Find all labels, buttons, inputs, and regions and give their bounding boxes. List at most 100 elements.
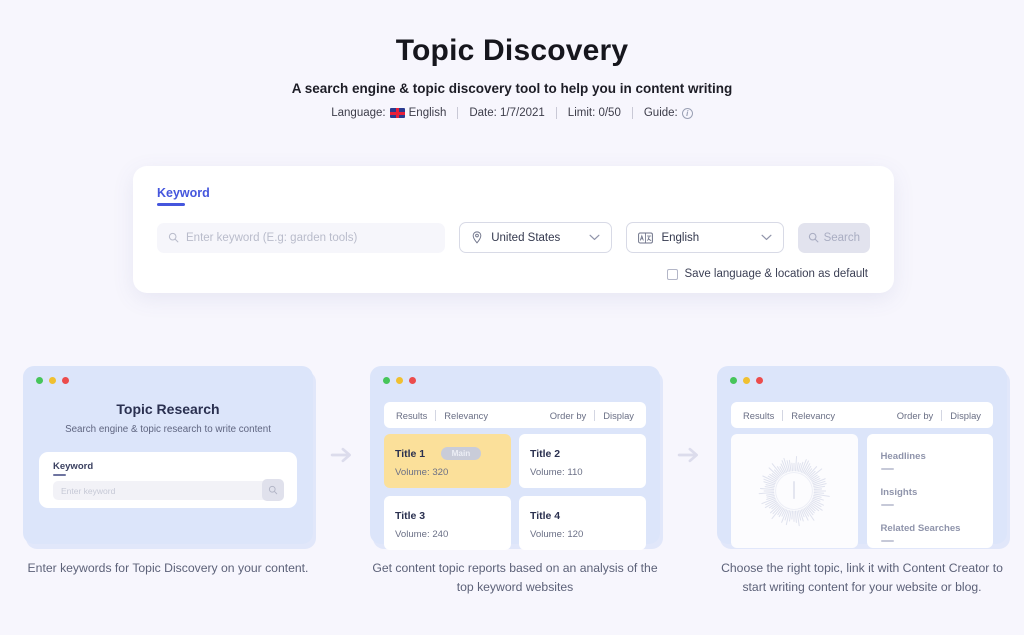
location-pin-icon xyxy=(472,231,482,244)
toolbar-relevancy: Relevancy xyxy=(444,409,489,421)
header-meta-row: Language: English Date: 1/7/2021 Limit: … xyxy=(0,107,1024,119)
list-item-label: Headlines xyxy=(880,451,926,462)
meta-guide-label: Guide: xyxy=(643,107,678,119)
list-item: Related Searches xyxy=(881,518,980,536)
step-3: Results Relevancy Order by Display Headl… xyxy=(717,366,1007,597)
toolbar-divider xyxy=(435,409,437,421)
step-1: Topic Research Search engine & topic res… xyxy=(23,366,313,578)
step-1-mockup: Topic Research Search engine & topic res… xyxy=(23,366,313,544)
page-title: Topic Discovery xyxy=(395,34,629,67)
result-tile-volume: Volume: 110 xyxy=(530,467,583,478)
country-select[interactable]: United States xyxy=(459,222,613,253)
step-3-mockup: Results Relevancy Order by Display Headl… xyxy=(717,366,1007,548)
result-tile-title: Title 4 xyxy=(530,510,561,522)
page-subtitle: A search engine & topic discovery tool t… xyxy=(291,81,733,96)
language-select[interactable]: English xyxy=(626,222,784,253)
save-default-row[interactable]: Save language & location as default xyxy=(157,268,870,280)
result-tile: Title 2 Volume: 110 xyxy=(519,434,646,488)
keyword-input[interactable]: Enter keyword (E.g: garden tools) xyxy=(157,222,446,253)
toolbar-display: Display xyxy=(603,409,634,421)
result-tile-title: Title 3 xyxy=(395,510,426,522)
list-item: Insights xyxy=(881,482,980,500)
result-tile-title: Title 1 xyxy=(395,448,426,460)
radial-sunburst-chart xyxy=(758,455,831,527)
step-2: Results Relevancy Order by Display Title… xyxy=(370,366,660,597)
search-controls-row: Enter keyword (E.g: garden tools) United… xyxy=(157,222,870,253)
save-default-checkbox[interactable] xyxy=(666,268,678,280)
meta-guide[interactable]: Guide: i xyxy=(633,107,704,119)
search-button-label: Search xyxy=(823,231,860,244)
window-dot-green xyxy=(36,377,43,384)
step-3-chart-panel xyxy=(731,434,858,548)
info-circle-icon[interactable]: i xyxy=(681,107,693,119)
window-dots xyxy=(730,377,763,384)
window-dots xyxy=(36,377,69,384)
page-header: Topic Discovery A search engine & topic … xyxy=(0,0,1024,119)
toolbar-order-by: Order by xyxy=(896,409,934,421)
step-1-caption: Enter keywords for Topic Discovery on yo… xyxy=(27,561,309,575)
meta-language-label: Language: xyxy=(331,107,386,119)
window-dot-yellow xyxy=(396,377,403,384)
step-1-keyword-label: Keyword xyxy=(53,461,94,476)
toolbar-relevancy: Relevancy xyxy=(791,409,836,421)
result-tile: Title 3 Volume: 240 xyxy=(384,496,511,550)
window-dot-red xyxy=(409,377,416,384)
arrow-1-wrap xyxy=(313,366,370,544)
list-item-label: Related Searches xyxy=(880,523,961,534)
window-dot-green xyxy=(383,377,390,384)
toolbar-divider xyxy=(594,409,596,421)
search-panel: Keyword Enter keyword (E.g: garden tools… xyxy=(133,166,894,293)
step-1-search-button xyxy=(262,479,284,501)
result-tile-title: Title 2 xyxy=(530,448,561,460)
window-dot-red xyxy=(756,377,763,384)
result-tile-badge: Main xyxy=(440,447,482,460)
save-default-label: Save language & location as default xyxy=(684,268,869,280)
chevron-down-icon xyxy=(761,234,772,241)
toolbar-results: Results xyxy=(396,409,428,421)
result-tile-volume: Volume: 240 xyxy=(395,529,449,540)
translate-icon xyxy=(638,231,654,244)
tab-bar: Keyword xyxy=(157,184,870,210)
steps-section: Topic Research Search engine & topic res… xyxy=(0,366,1024,597)
step-2-tile-grid: Title 1 Main Volume: 320 Title 2 Volume:… xyxy=(384,434,646,550)
result-tile: Title 4 Volume: 120 xyxy=(519,496,646,550)
country-select-value: United States xyxy=(491,231,561,244)
meta-limit: Limit: 0/50 xyxy=(567,107,621,119)
toolbar-divider xyxy=(782,409,784,421)
window-dots xyxy=(383,377,416,384)
chevron-down-icon xyxy=(589,234,600,241)
window-dot-yellow xyxy=(743,377,750,384)
window-dot-red xyxy=(62,377,69,384)
toolbar-divider xyxy=(941,409,943,421)
step-1-keyword-placeholder: Enter keyword xyxy=(61,485,116,496)
meta-language-value: English xyxy=(408,107,447,119)
step-1-keyword-field: Enter keyword xyxy=(53,481,284,500)
step-3-toolbar: Results Relevancy Order by Display xyxy=(731,402,993,428)
search-icon xyxy=(268,485,278,495)
result-tile: Title 1 Main Volume: 320 xyxy=(384,434,511,488)
meta-language: Language: English xyxy=(320,107,457,119)
language-select-value: English xyxy=(661,231,700,244)
step-3-list-panel: Headlines Insights Related Searches xyxy=(866,434,993,548)
window-dot-yellow xyxy=(49,377,56,384)
result-tile-volume: Volume: 320 xyxy=(395,467,449,478)
search-button[interactable]: Search xyxy=(797,222,870,253)
toolbar-display: Display xyxy=(950,409,981,421)
step-2-toolbar: Results Relevancy Order by Display xyxy=(384,402,646,428)
search-icon xyxy=(168,232,179,243)
uk-flag-icon xyxy=(389,108,405,118)
step-1-mock-subtitle: Search engine & topic research to write … xyxy=(65,424,271,435)
search-icon xyxy=(808,232,819,243)
step-2-mockup: Results Relevancy Order by Display Title… xyxy=(370,366,660,550)
window-dot-green xyxy=(730,377,737,384)
meta-date: Date: 1/7/2021 xyxy=(469,107,545,119)
arrow-2-wrap xyxy=(660,366,717,544)
arrow-right-icon xyxy=(330,447,351,463)
step-1-mock-title: Topic Research xyxy=(116,401,220,417)
tab-keyword[interactable]: Keyword xyxy=(157,186,210,206)
list-item: Headlines xyxy=(881,446,980,464)
list-item-label: Insights xyxy=(880,487,918,498)
toolbar-results: Results xyxy=(743,409,775,421)
step-2-caption: Get content topic reports based on an an… xyxy=(372,561,658,594)
step-3-content-grid: Headlines Insights Related Searches xyxy=(731,434,993,548)
